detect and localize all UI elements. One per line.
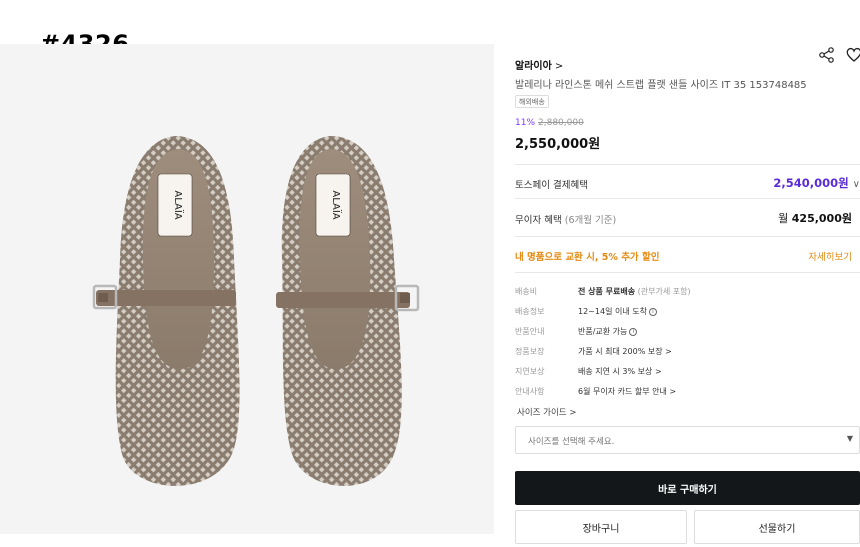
return-info-key: 반품안내 <box>515 327 545 336</box>
caret-down-icon: ▼ <box>846 434 853 443</box>
discount-percent: 11% <box>515 118 536 128</box>
left-shoe: ALAÏA <box>92 136 240 486</box>
interest-free-sub: (6개월 기준) <box>564 215 617 226</box>
notice-link[interactable]: 6월 무이자 카드 할부 안내 > <box>578 386 676 397</box>
discount-row: 11% 2,880,000 <box>515 118 584 128</box>
interest-free-value: 월 425,000원 <box>778 210 852 226</box>
interest-free-title: 무이자 혜택 <box>515 215 562 226</box>
original-price: 2,880,000 <box>538 118 584 128</box>
shipping-fee-note: (관부가세 포함) <box>637 287 691 296</box>
brand-link[interactable]: 알라이아 > <box>515 57 563 72</box>
delay-comp-key: 지연보상 <box>515 367 545 376</box>
product-detail-panel: 알라이아 > 발레리나 라인스톤 메쉬 스트랩 플랫 샌들 사이즈 IT 35 1… <box>515 0 860 547</box>
tosspay-benefit[interactable]: 2,540,000원 ∨ <box>773 175 860 191</box>
tosspay-price: 2,540,000원 <box>773 176 849 190</box>
authenticity-link[interactable]: 가품 시 최대 200% 보장 > <box>578 346 672 357</box>
delay-comp-link[interactable]: 배송 지연 시 3% 보상 > <box>578 366 662 377</box>
chevron-right-icon: > <box>654 367 662 376</box>
product-title: 발레리나 라인스톤 메쉬 스트랩 플랫 샌들 사이즈 IT 35 1537484… <box>515 80 807 91</box>
delivery-info-key: 배송정보 <box>515 307 545 316</box>
divider <box>515 164 860 165</box>
size-guide-label: 사이즈 가이드 <box>517 408 567 418</box>
notice-key: 안내사항 <box>515 387 545 396</box>
authenticity-key: 정품보장 <box>515 347 545 356</box>
info-icon[interactable]: i <box>648 307 657 316</box>
product-image: ALAÏA ALAÏA <box>0 44 494 534</box>
delivery-info-value: 12~14일 이내 도착 i <box>578 306 657 317</box>
chevron-right-icon: > <box>569 408 577 418</box>
tosspay-label: 토스페이 결제혜택 <box>515 180 588 191</box>
add-to-cart-button[interactable]: 장바구니 <box>515 510 687 544</box>
size-select[interactable]: 사이즈를 선택해 주세요. ▼ <box>515 426 860 454</box>
buy-now-button[interactable]: 바로 구매하기 <box>515 471 860 505</box>
interest-free-prefix: 월 <box>778 212 789 225</box>
shipping-fee-text: 전 상품 무료배송 <box>578 287 636 296</box>
product-photo: ALAÏA ALAÏA <box>92 136 420 486</box>
right-shoe: ALAÏA <box>276 136 420 486</box>
chevron-right-icon: > <box>554 61 564 72</box>
chevron-down-icon: ∨ <box>852 179 860 190</box>
heart-icon[interactable] <box>845 46 860 64</box>
interest-free-amount: 425,000원 <box>791 212 852 225</box>
left-insole-logo: ALAÏA <box>172 190 185 219</box>
exchange-promo: 내 명품으로 교환 시, 5% 추가 할인 <box>515 252 660 263</box>
share-icon[interactable] <box>818 46 836 64</box>
sale-price: 2,550,000원 <box>515 137 601 152</box>
return-info-text: 반품/교환 가능 <box>578 327 628 336</box>
right-insole-logo: ALAÏA <box>330 190 343 219</box>
see-more-link[interactable]: 자세히보기 <box>808 249 852 263</box>
delivery-info-text: 12~14일 이내 도착 <box>578 307 647 316</box>
interest-free-label: 무이자 혜택 (6개월 기준) <box>515 212 616 226</box>
shipping-fee-value: 전 상품 무료배송 (관부가세 포함) <box>578 286 691 297</box>
size-select-placeholder: 사이즈를 선택해 주세요. <box>528 437 615 447</box>
divider <box>515 272 860 273</box>
delay-comp-text: 배송 지연 시 3% 보상 <box>578 367 653 376</box>
shipping-fee-key: 배송비 <box>515 287 538 296</box>
gift-button[interactable]: 선물하기 <box>694 510 860 544</box>
authenticity-text: 가품 시 최대 200% 보장 <box>578 347 663 356</box>
size-guide-link[interactable]: 사이즈 가이드 > <box>517 406 576 418</box>
return-info-value: 반품/교환 가능 i <box>578 326 638 337</box>
notice-text: 6월 무이자 카드 할부 안내 <box>578 387 667 396</box>
shipping-badge: 해외배송 <box>515 95 549 108</box>
info-icon[interactable]: i <box>629 327 638 336</box>
divider <box>515 198 860 199</box>
brand-name[interactable]: 알라이아 <box>515 61 552 72</box>
divider <box>515 236 860 237</box>
chevron-right-icon: > <box>665 347 672 356</box>
chevron-right-icon: > <box>669 387 677 396</box>
